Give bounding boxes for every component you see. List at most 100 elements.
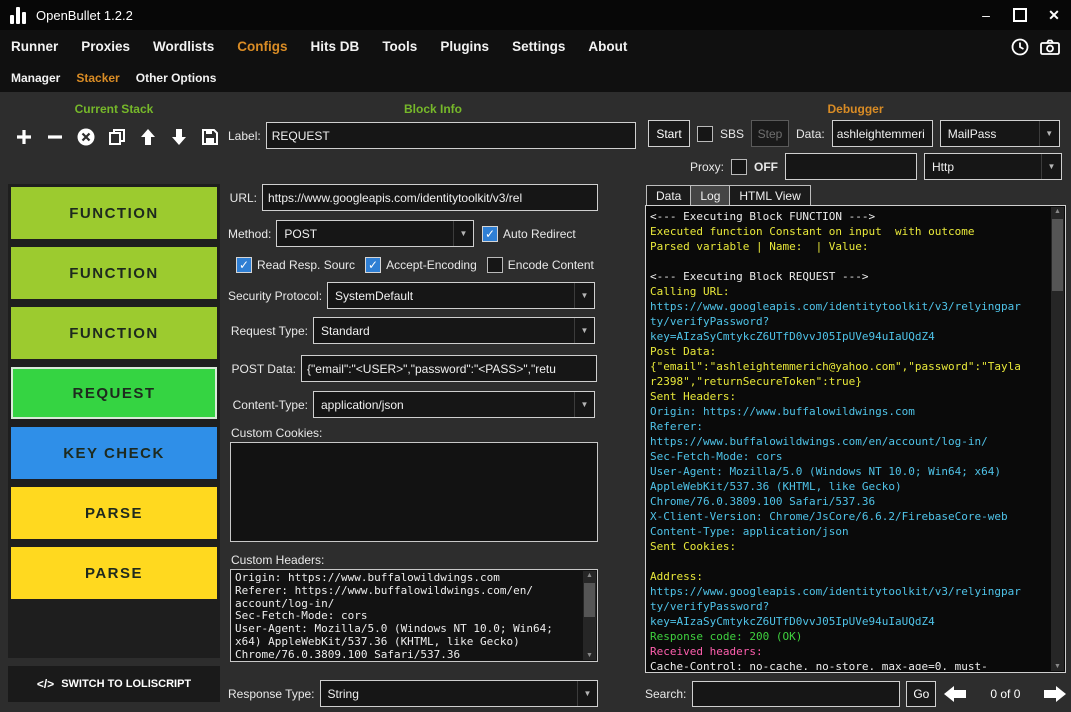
stack-block-function[interactable]: FUNCTION (11, 187, 217, 239)
add-block-button[interactable] (13, 126, 35, 148)
menu-item-configs[interactable]: Configs (237, 39, 287, 54)
custom-headers-scrollbar[interactable]: ▲ ▼ (583, 571, 596, 660)
stack-toolbar (13, 126, 221, 148)
next-match-arrow-icon[interactable] (1042, 683, 1068, 705)
maximize-button[interactable] (1003, 0, 1037, 30)
start-button[interactable]: Start (648, 120, 690, 147)
window-controls: – ✕ (969, 0, 1071, 30)
accept-encoding-checkbox[interactable]: ✓ (365, 257, 381, 273)
content-type-row: Content-Type: application/json ▼ (228, 391, 595, 418)
request-type-row: Request Type: Standard ▼ (228, 317, 595, 344)
response-type-label: Response Type: (228, 687, 315, 701)
clone-block-button[interactable] (106, 126, 128, 148)
scroll-up-icon[interactable]: ▲ (583, 572, 596, 579)
data-input[interactable] (832, 120, 933, 147)
menu-item-runner[interactable]: Runner (11, 39, 58, 54)
read-resp-checkbox[interactable]: ✓ (236, 257, 252, 273)
tab-data[interactable]: Data (646, 185, 690, 207)
encode-content-checkbox[interactable] (487, 257, 503, 273)
log-line: ty/verifyPassword? (650, 599, 1047, 614)
request-type-label: Request Type: (231, 324, 308, 338)
url-field-label: URL: (230, 191, 257, 205)
stack-block-function[interactable]: FUNCTION (11, 247, 217, 299)
scroll-up-icon[interactable]: ▲ (1051, 208, 1064, 215)
block-info-title: Block Info (228, 102, 638, 116)
submenu-item-manager[interactable]: Manager (11, 71, 60, 85)
method-dropdown[interactable]: POST ▼ (276, 220, 474, 247)
encode-content-label: Encode Content (508, 258, 594, 272)
submenu-item-other-options[interactable]: Other Options (136, 71, 217, 85)
custom-cookies-box[interactable] (230, 442, 598, 542)
auto-redirect-checkbox[interactable]: ✓ (482, 226, 498, 242)
log-line: Post Data: (650, 344, 1047, 359)
log-line: Cache-Control: no-cache, no-store, max-a… (650, 659, 1047, 670)
tab-log[interactable]: Log (690, 185, 729, 207)
tab-html-view[interactable]: HTML View (729, 185, 810, 207)
step-button[interactable]: Step (751, 120, 789, 147)
proxy-checkbox[interactable] (731, 159, 747, 175)
proxy-row: Proxy: OFF Http ▼ (648, 153, 1062, 180)
move-down-button[interactable] (168, 126, 190, 148)
log-line: https://www.buffalowildwings.com/en/acco… (650, 434, 1047, 449)
match-position: 0 of 0 (974, 687, 1036, 701)
log-line: Parsed variable | Name: | Value: (650, 239, 1047, 254)
minimize-button[interactable]: – (969, 0, 1003, 30)
content-type-dropdown[interactable]: application/json ▼ (313, 391, 595, 418)
menu-item-about[interactable]: About (588, 39, 627, 54)
menu-item-settings[interactable]: Settings (512, 39, 565, 54)
response-type-dropdown[interactable]: String ▼ (320, 680, 598, 707)
menu-item-proxies[interactable]: Proxies (81, 39, 130, 54)
security-protocol-label: Security Protocol: (228, 289, 322, 303)
sbs-checkbox[interactable] (697, 126, 713, 142)
label-input[interactable] (266, 122, 636, 149)
encode-content-checkbox-group: Encode Content (487, 257, 594, 273)
stack-block-parse[interactable]: PARSE (11, 547, 217, 599)
menu-icons (1009, 36, 1061, 58)
url-input[interactable] (262, 184, 598, 211)
menu-item-plugins[interactable]: Plugins (440, 39, 489, 54)
clear-stack-button[interactable] (75, 126, 97, 148)
previous-match-arrow-icon[interactable] (942, 683, 968, 705)
wordlist-type-dropdown[interactable]: MailPass ▼ (940, 120, 1060, 147)
log-line: Content-Type: application/json (650, 524, 1047, 539)
post-data-row: POST Data: (228, 355, 597, 382)
stack-block-key-check[interactable]: KEY CHECK (11, 427, 217, 479)
debugger-log-panel[interactable]: <--- Executing Block FUNCTION --->Execut… (645, 205, 1066, 673)
post-data-input[interactable] (301, 355, 597, 382)
move-up-button[interactable] (137, 126, 159, 148)
scroll-down-icon[interactable]: ▼ (1051, 663, 1064, 670)
menu-item-tools[interactable]: Tools (382, 39, 417, 54)
stack-block-request[interactable]: REQUEST (11, 367, 217, 419)
accept-encoding-label: Accept-Encoding (386, 258, 477, 272)
security-protocol-dropdown[interactable]: SystemDefault ▼ (327, 282, 595, 309)
scrollbar-thumb[interactable] (1052, 219, 1063, 291)
auto-redirect-label: Auto Redirect (503, 227, 576, 241)
chevron-down-icon: ▼ (574, 283, 594, 308)
menu-item-hits-db[interactable]: Hits DB (311, 39, 360, 54)
save-config-button[interactable] (199, 126, 221, 148)
label-field-label: Label: (228, 129, 261, 143)
log-scrollbar[interactable]: ▲ ▼ (1051, 207, 1064, 671)
scrollbar-thumb[interactable] (584, 583, 595, 617)
clock-icon[interactable] (1009, 36, 1031, 58)
proxy-type-dropdown[interactable]: Http ▼ (924, 153, 1062, 180)
method-label: Method: (228, 227, 271, 241)
request-type-dropdown[interactable]: Standard ▼ (313, 317, 595, 344)
go-button[interactable]: Go (906, 681, 936, 707)
remove-block-button[interactable] (44, 126, 66, 148)
custom-headers-box[interactable]: Origin: https://www.buffalowildwings.com… (230, 569, 598, 662)
search-input[interactable] (692, 681, 900, 707)
switch-to-loliscript-button[interactable]: </> SWITCH TO LOLISCRIPT (8, 666, 220, 702)
proxy-input[interactable] (785, 153, 917, 180)
url-row: URL: (228, 184, 598, 211)
submenu-item-stacker[interactable]: Stacker (76, 71, 119, 85)
capture-camera-icon[interactable] (1039, 36, 1061, 58)
scroll-down-icon[interactable]: ▼ (583, 652, 596, 659)
log-line: r2398","returnSecureToken":true} (650, 374, 1047, 389)
stack-block-function[interactable]: FUNCTION (11, 307, 217, 359)
current-stack-title: Current Stack (0, 102, 228, 116)
label-row: Label: (228, 122, 636, 149)
stack-block-parse[interactable]: PARSE (11, 487, 217, 539)
close-button[interactable]: ✕ (1037, 0, 1071, 30)
menu-item-wordlists[interactable]: Wordlists (153, 39, 214, 54)
